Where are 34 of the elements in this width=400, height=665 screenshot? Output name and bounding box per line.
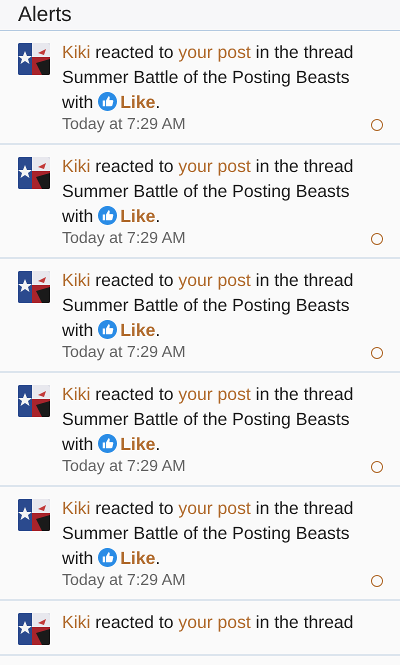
thumbs-up-icon	[98, 206, 118, 225]
alert-text: Kiki reacted to your post in the thread Summer Battle of the Posting Beasts with Like.	[62, 383, 354, 456]
page-title: Alerts	[18, 3, 72, 27]
post-link[interactable]: your post	[178, 384, 251, 404]
thumbs-up-icon	[98, 434, 118, 453]
alert-time: Today at 7:29 AM	[62, 116, 186, 134]
post-link[interactable]: your post	[178, 498, 251, 518]
post-link[interactable]: your post	[178, 42, 251, 62]
alert-time: Today at 7:29 AM	[62, 572, 186, 590]
alert-text: Kiki reacted to your post in the thread Summer Battle of the Posting Beasts with Like.	[62, 155, 354, 228]
mark-read-button[interactable]	[371, 347, 383, 359]
user-link[interactable]: Kiki	[62, 270, 90, 290]
mark-read-button[interactable]	[371, 461, 383, 473]
thumbs-up-icon	[98, 548, 118, 567]
alert-text: Kiki reacted to your post in the thread Summer Battle of the Posting Beasts with Like.	[62, 497, 354, 570]
user-link[interactable]: Kiki	[62, 42, 90, 62]
mark-read-button[interactable]	[371, 233, 383, 245]
mark-read-button[interactable]	[371, 575, 383, 587]
post-link[interactable]: your post	[178, 156, 251, 176]
post-link[interactable]: your post	[178, 270, 251, 290]
thumbs-up-icon	[98, 320, 118, 339]
user-link[interactable]: Kiki	[62, 612, 90, 632]
alert-text: Kiki reacted to your post in the thread Summer Battle of the Posting Beasts with Like.	[62, 269, 354, 342]
alert-time: Today at 7:29 AM	[62, 458, 186, 476]
alert-time: Today at 7:29 AM	[62, 344, 186, 362]
mark-read-button[interactable]	[371, 119, 383, 131]
alert-text: Kiki reacted to your post in the thread Summer Battle of the Posting Beasts with Like.	[62, 41, 354, 114]
user-link[interactable]: Kiki	[62, 156, 90, 176]
thumbs-up-icon	[98, 92, 118, 111]
alert-text: Kiki reacted to your post in the thread	[62, 611, 354, 634]
post-link[interactable]: your post	[178, 612, 251, 632]
alert-time: Today at 7:29 AM	[62, 230, 186, 248]
user-link[interactable]: Kiki	[62, 384, 90, 404]
user-link[interactable]: Kiki	[62, 498, 90, 518]
